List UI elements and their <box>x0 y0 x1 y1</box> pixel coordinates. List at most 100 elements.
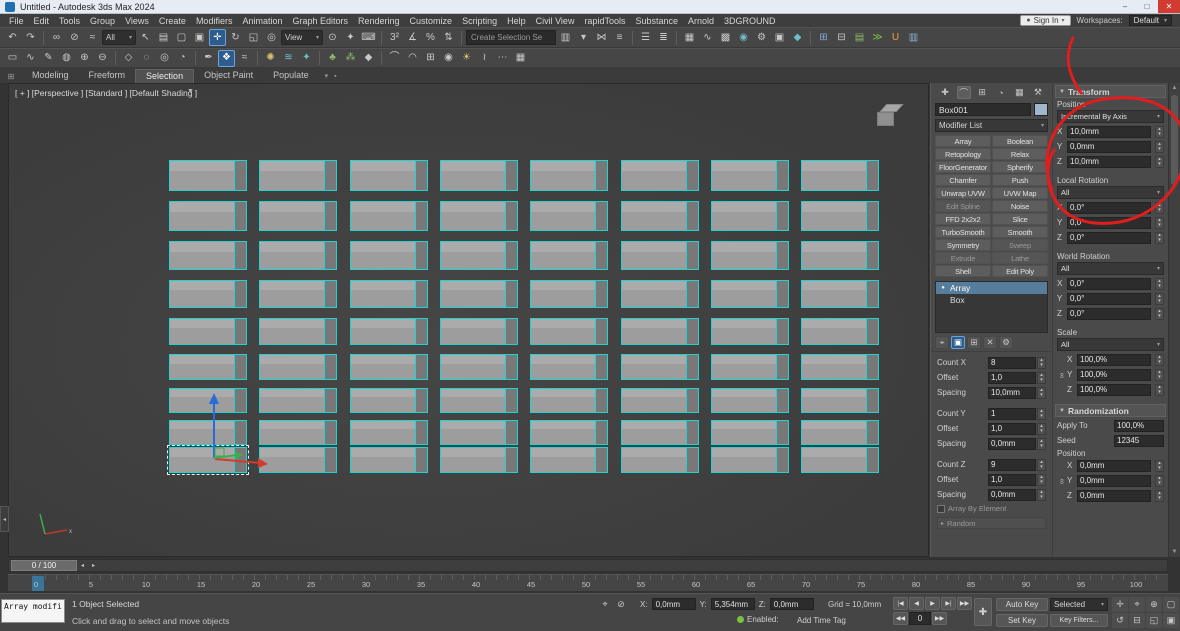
array-box-r2-c0[interactable] <box>169 241 247 270</box>
select-and-link-icon[interactable]: ∞ <box>48 29 65 46</box>
manage-layers-icon[interactable]: ≣ <box>655 29 672 46</box>
go-to-start-button[interactable]: |◀ <box>893 597 908 610</box>
array-box-r6-c5[interactable] <box>621 388 699 413</box>
stack-item-array[interactable]: ●Array <box>936 282 1047 294</box>
viewport-label[interactable]: [ + ] [Perspective ] [Standard ] [Defaul… <box>15 88 197 98</box>
layer-explorer-icon[interactable]: ⊟ <box>833 29 850 46</box>
spinner-control[interactable]: ▴▾ <box>1155 202 1164 214</box>
create-tab[interactable]: ✚ <box>938 86 952 99</box>
array-box-r1-c6[interactable] <box>711 201 789 231</box>
key-filters-button[interactable]: Key Filters... <box>1050 614 1108 627</box>
seed-field[interactable]: 12345 <box>1114 435 1164 447</box>
array-box-r2-c6[interactable] <box>711 241 789 270</box>
menu-modifiers[interactable]: Modifiers <box>191 16 238 26</box>
spinner-control[interactable]: ▴▾ <box>1155 217 1164 229</box>
camera-create-icon[interactable]: ◉ <box>440 50 457 67</box>
arnold-icon[interactable]: ▥ <box>905 29 922 46</box>
axis-field-x[interactable]: 10,0mm <box>1067 126 1151 138</box>
array-box-r1-c5[interactable] <box>621 201 699 231</box>
ribbon-minimize-icon[interactable]: ▾ <box>325 72 329 83</box>
ribbon-tab-modeling[interactable]: Modeling <box>22 69 79 83</box>
modeling-mode-icon[interactable]: ▭ <box>4 50 21 67</box>
array-box-r8-c1[interactable] <box>259 447 337 473</box>
array-box-r3-c1[interactable] <box>259 280 337 308</box>
array-box-r5-c5[interactable] <box>621 354 699 380</box>
axis-field-y[interactable]: 0,0mm <box>1077 475 1151 487</box>
undo-icon[interactable]: ↶ <box>4 29 21 46</box>
time-slider-handle[interactable]: 0 / 100 <box>11 560 77 571</box>
randomization-rollout-header[interactable]: ▼ Randomization <box>1055 404 1166 417</box>
array-box-r2-c2[interactable] <box>350 241 428 270</box>
field-of-view-icon[interactable]: ▢ <box>1163 597 1179 612</box>
param-field-count-y[interactable]: 1 <box>988 408 1036 420</box>
hierarchy-tab[interactable]: ⊞ <box>975 86 989 99</box>
array-box-r1-c2[interactable] <box>350 201 428 231</box>
array-box-r8-c3[interactable] <box>440 447 518 473</box>
menu-help[interactable]: Help <box>502 16 531 26</box>
modifier-button-noise[interactable]: Noise <box>992 200 1048 212</box>
dropdown-world-rotation[interactable]: All▾ <box>1057 262 1164 275</box>
axis-field-z[interactable]: 0,0° <box>1067 232 1151 244</box>
percent-snap-icon[interactable]: % <box>422 29 439 46</box>
configure-modifier-sets-icon[interactable]: ⚙ <box>999 336 1013 349</box>
array-box-r5-c2[interactable] <box>350 354 428 380</box>
axis-field-y[interactable]: 0,0° <box>1067 293 1151 305</box>
array-box-r3-c4[interactable] <box>530 280 608 308</box>
array-box-r8-c0[interactable] <box>169 447 247 473</box>
populate-flow-icon[interactable]: ✺ <box>262 50 279 67</box>
menu-civil-view[interactable]: Civil View <box>531 16 580 26</box>
ribbon-pin-icon[interactable]: ▪ <box>334 73 336 83</box>
enabled-toggle[interactable]: Enabled: <box>737 615 779 624</box>
array-box-r7-c7[interactable] <box>801 420 879 445</box>
spinner-control[interactable]: ▴▾ <box>1155 156 1164 168</box>
spinner-control[interactable]: ▴▾ <box>1037 357 1046 369</box>
edit-named-selections-icon[interactable]: ▥ <box>557 29 574 46</box>
axis-field-z[interactable]: 100,0% <box>1077 384 1151 396</box>
array-box-r3-c3[interactable] <box>440 280 518 308</box>
maximize-button[interactable]: □ <box>1136 0 1158 13</box>
align-icon[interactable]: ≡ <box>611 29 628 46</box>
ribbon-tab-freeform[interactable]: Freeform <box>79 69 136 83</box>
array-box-r4-c4[interactable] <box>530 318 608 345</box>
modifier-list-dropdown[interactable]: Modifier List ▾ <box>935 119 1048 132</box>
array-box-r0-c5[interactable] <box>621 160 699 191</box>
axis-field-x[interactable]: 0,0mm <box>1077 460 1151 472</box>
link-axes-icon[interactable]: ∞ <box>1052 371 1085 381</box>
scroll-down-icon[interactable]: ▼ <box>1169 547 1180 557</box>
spinner-control[interactable]: ▴▾ <box>1155 141 1164 153</box>
array-box-r6-c4[interactable] <box>530 388 608 413</box>
select-and-place-icon[interactable]: ◎ <box>263 29 280 46</box>
menu-graph-editors[interactable]: Graph Editors <box>287 16 353 26</box>
edge-loop-icon[interactable]: ◌ <box>138 50 155 67</box>
ribbon-toggle-icon[interactable]: ▦ <box>681 29 698 46</box>
previous-frame-button[interactable]: ◀ <box>909 597 924 610</box>
use-pivot-point-icon[interactable]: ⊙ <box>324 29 341 46</box>
substance-icon[interactable]: U <box>887 29 904 46</box>
array-box-r6-c2[interactable] <box>350 388 428 413</box>
param-field-spacing[interactable]: 0,0mm <box>988 438 1036 450</box>
minimize-button[interactable]: – <box>1114 0 1136 13</box>
array-box-r0-c6[interactable] <box>711 160 789 191</box>
viewcube-front-face[interactable] <box>877 112 894 126</box>
rock-scatter-icon[interactable]: ◆ <box>360 50 377 67</box>
array-box-r5-c4[interactable] <box>530 354 608 380</box>
menu-animation[interactable]: Animation <box>237 16 287 26</box>
array-box-r4-c2[interactable] <box>350 318 428 345</box>
ribbon-tab-object-paint[interactable]: Object Paint <box>194 69 263 83</box>
go-to-end-button[interactable]: ▶▶ <box>957 597 972 610</box>
array-box-r2-c4[interactable] <box>530 241 608 270</box>
turbosmooth-toggle-icon[interactable]: ◔ <box>174 50 191 67</box>
scene-explorer-collapsed-tab[interactable]: ◂ <box>0 506 9 532</box>
make-unique-icon[interactable]: ⊞ <box>967 336 981 349</box>
axis-field-x[interactable]: 0,0° <box>1067 202 1151 214</box>
scroll-up-icon[interactable]: ▲ <box>1169 83 1180 93</box>
show-end-result-icon[interactable]: ▣ <box>951 336 965 349</box>
relax-brush-icon[interactable]: ≈ <box>236 50 253 67</box>
array-box-r1-c0[interactable] <box>169 201 247 231</box>
axis-field-z[interactable]: 0,0° <box>1067 308 1151 320</box>
modifier-button-spherify[interactable]: Spherify <box>992 161 1048 173</box>
param-field-offset[interactable]: 1,0 <box>988 423 1036 435</box>
spinner-control[interactable]: ▴▾ <box>1155 354 1164 366</box>
freeform-mode-icon[interactable]: ∿ <box>22 50 39 67</box>
menu-arnold[interactable]: Arnold <box>683 16 719 26</box>
